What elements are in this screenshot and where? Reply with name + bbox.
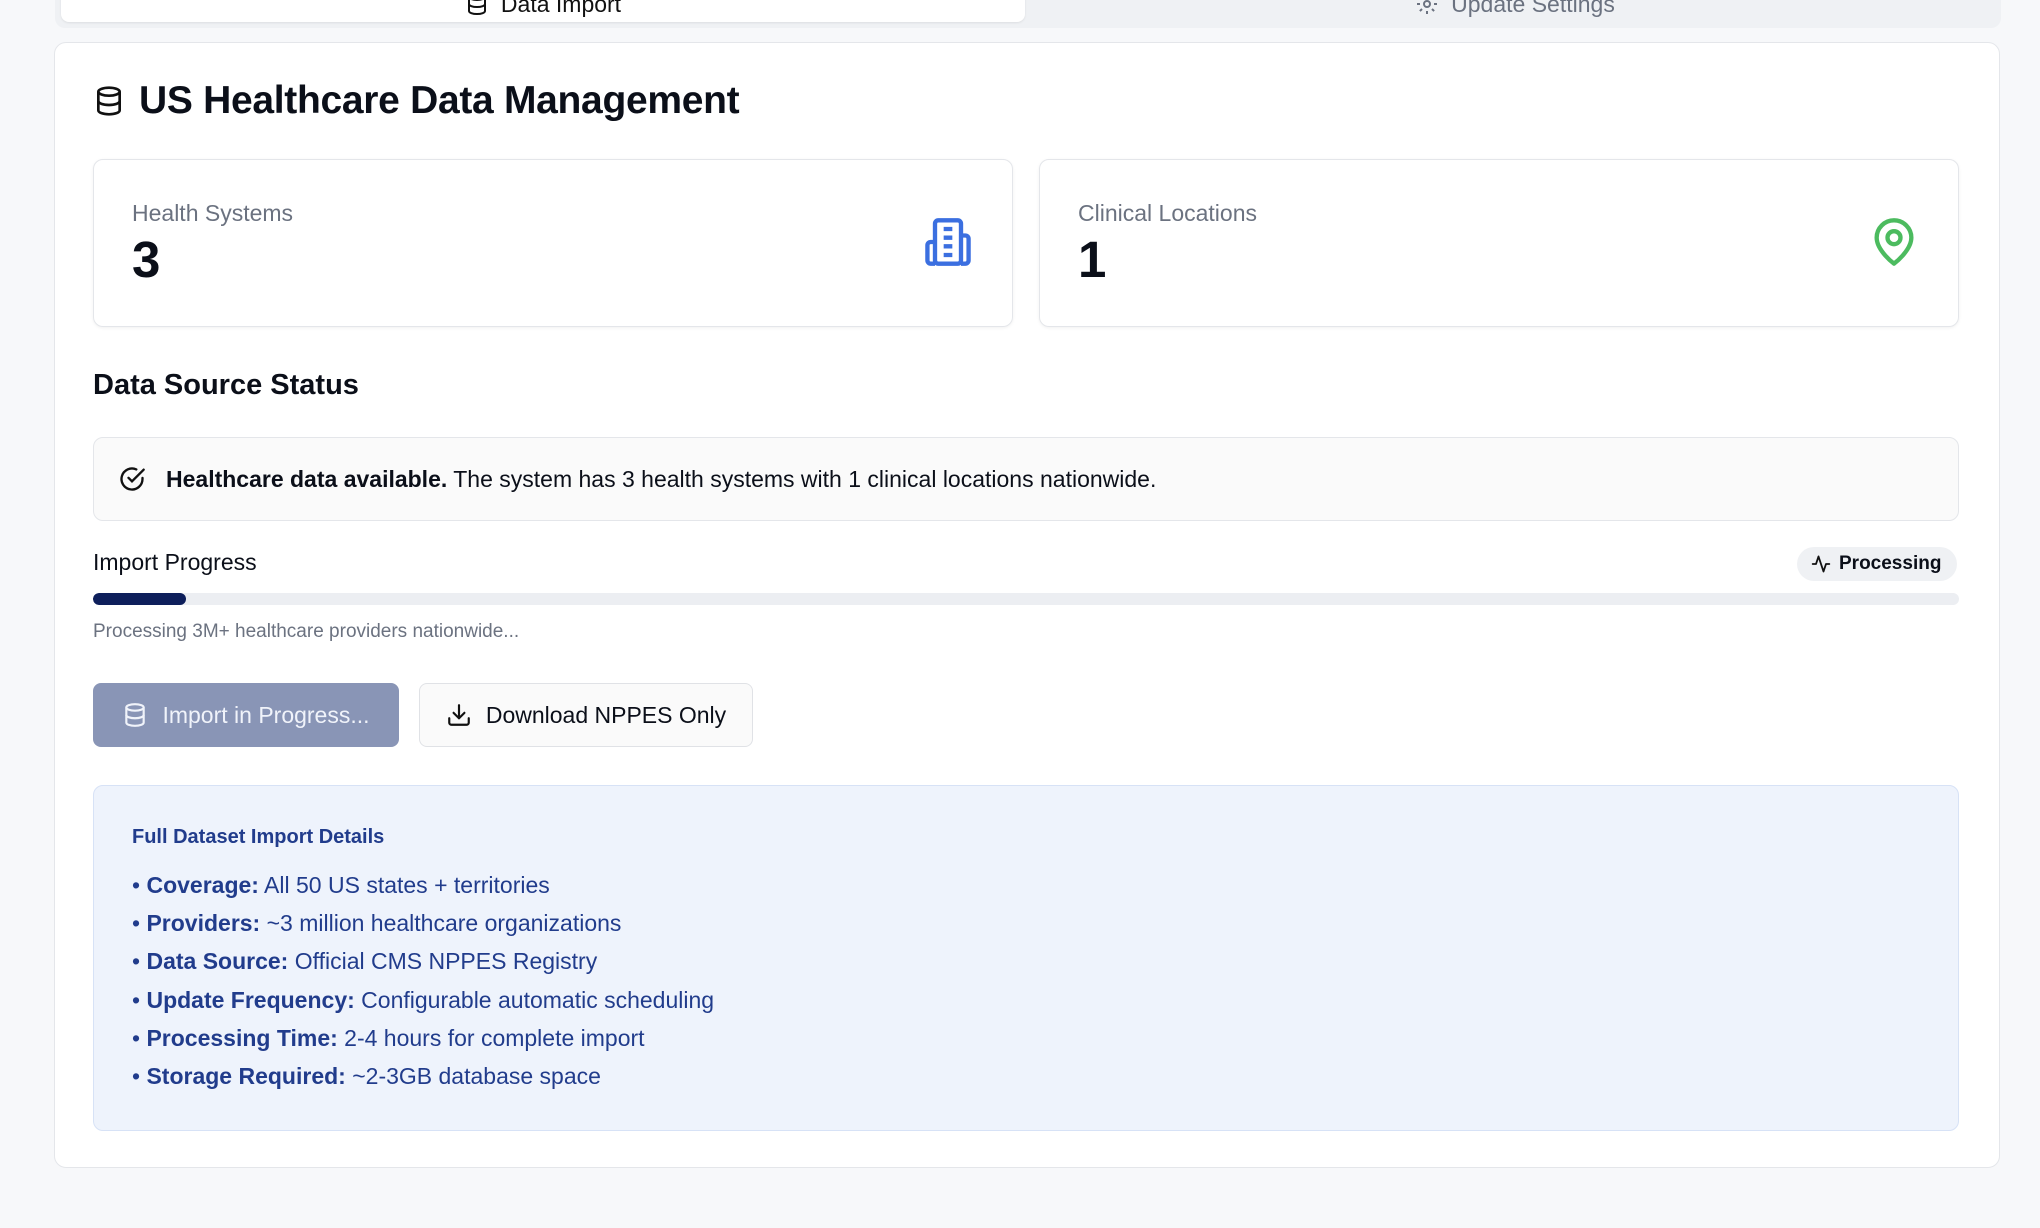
database-icon [125,703,146,727]
stat-value: 3 [132,231,161,288]
stat-label: Clinical Locations [1078,200,1257,226]
list-item: • Coverage: All 50 US states + territori… [132,872,550,898]
list-item: • Update Frequency: Configurable automat… [132,986,715,1013]
item-value: ~3 million healthcare organizations [260,910,622,937]
database-icon [467,0,486,16]
map-pin-icon [1874,218,1914,266]
details-title: Full Dataset Import Details [132,826,385,848]
tab-bar: Data Import Update Settings [55,0,2001,28]
database-icon [97,86,121,116]
tab-update-settings[interactable]: Update Settings [1035,0,1995,22]
check-circle-icon [120,467,145,491]
list-item: • Providers: ~3 million healthcare organ… [132,910,622,937]
progress-bar [93,593,1959,605]
stat-value: 1 [1078,231,1107,288]
item-key: Storage Required: [146,1062,346,1089]
item-value: Official CMS NPPES Registry [288,948,598,975]
badge-label: Processing [1839,553,1942,574]
details-list: • Coverage: All 50 US states + territori… [132,866,714,1095]
stat-label: Health Systems [132,200,294,226]
item-value: 2-4 hours for complete import [337,1024,645,1051]
progress-note: Processing 3M+ healthcare providers nati… [93,621,520,642]
tab-label: Update Settings [1451,0,1615,17]
building-icon [925,218,971,266]
progress-bar-fill [93,593,187,605]
stat-card-health-systems: Health Systems 3 [93,159,1013,327]
activity-icon [1811,555,1831,573]
page-header: US Healthcare Data Management [93,79,740,123]
import-button-label: Import in Progress... [162,701,370,728]
download-button-label: Download NPPES Only [485,701,727,728]
list-item: • Processing Time: 2-4 hours for complet… [132,1024,645,1051]
tab-data-import[interactable]: Data Import [61,0,1025,22]
item-key: Data Source: [146,948,289,975]
list-item: • Data Source: Official CMS NPPES Regist… [132,948,598,975]
list-item: • Storage Required: ~2-3GB database spac… [132,1062,601,1089]
status-alert: Healthcare data available. The system ha… [93,437,1959,521]
item-key: Providers: [146,910,261,937]
main-card: US Healthcare Data Management Health Sys… [54,42,2000,1168]
tab-label: Data Import [500,0,622,17]
import-details-panel: Full Dataset Import Details • Coverage: … [93,785,1959,1131]
download-npes-button[interactable]: Download NPPES Only [419,683,753,747]
alert-bold: Healthcare data available. [166,465,448,492]
alert-body: The system has 3 health systems with 1 c… [447,465,1157,492]
item-value: Configurable automatic scheduling [354,986,715,1013]
item-value: ~2-3GB database space [345,1062,601,1089]
stat-card-clinical-locations: Clinical Locations 1 [1039,159,1959,327]
section-title: Data Source Status [93,369,359,401]
item-value: All 50 US states + territories [258,872,550,898]
page-title: US Healthcare Data Management [139,79,740,122]
progress-label: Import Progress [93,549,257,575]
item-key: Processing Time: [146,1024,338,1051]
item-key: Coverage: [146,872,259,898]
import-button[interactable]: Import in Progress... [93,683,399,747]
status-badge: Processing [1797,547,1958,581]
gear-icon [1417,0,1438,14]
download-icon [447,704,470,726]
item-key: Update Frequency: [146,986,355,1013]
alert-text: Healthcare data available. The system ha… [166,466,1156,493]
